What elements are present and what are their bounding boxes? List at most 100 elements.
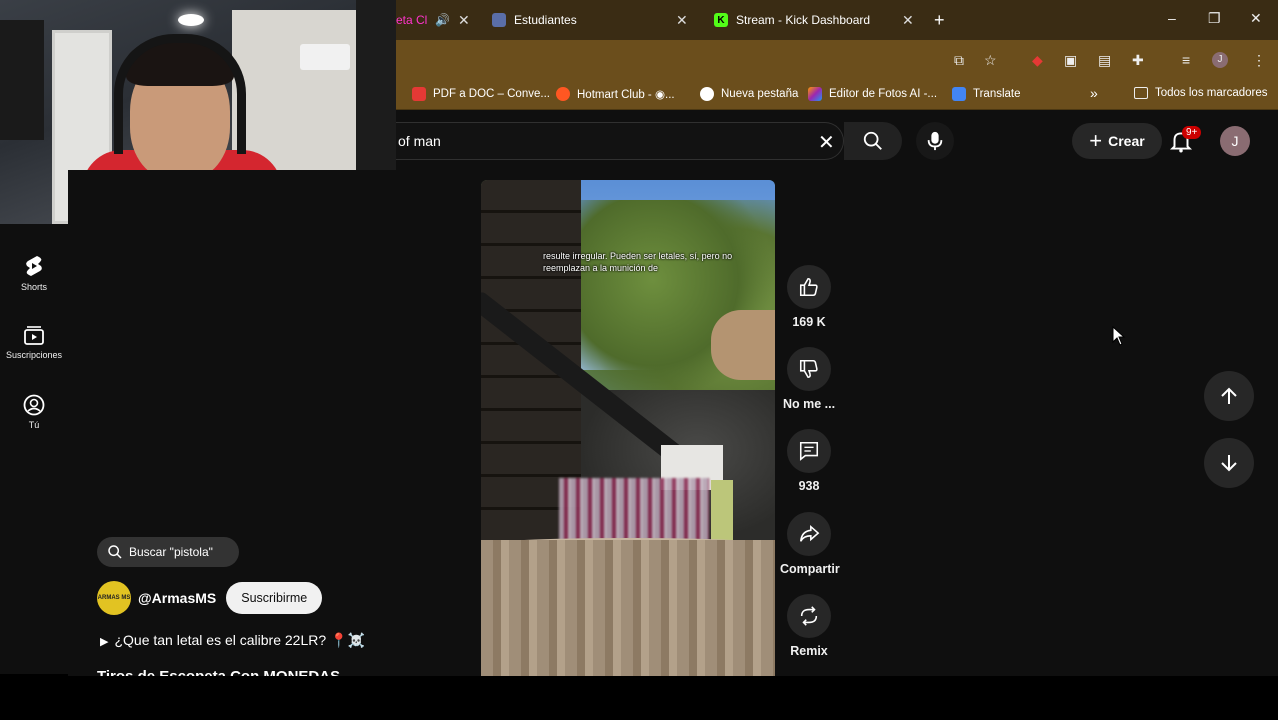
kick-favicon-icon: K xyxy=(714,13,728,27)
bookmark-label: Hotmart Club - ◉... xyxy=(577,89,675,101)
bookmarks-bar: PDF a DOC – Conve... Hotmart Club - ◉...… xyxy=(396,80,1278,110)
sidebar-item-label: Shorts xyxy=(20,282,47,292)
sidebar-item-subscriptions[interactable]: Suscripciones xyxy=(0,324,68,360)
tab-audio[interactable]: eta Cl 🔊 ✕ xyxy=(396,6,474,34)
sidebar-item-label: Tú xyxy=(28,420,40,430)
share-button[interactable]: Compartir xyxy=(780,512,840,576)
like-button[interactable]: 169 K xyxy=(780,265,838,329)
play-triangle-icon: ▶ xyxy=(100,636,109,648)
close-tab-icon[interactable]: ✕ xyxy=(458,12,470,29)
sidebar: Shorts Suscripciones Tú xyxy=(0,224,68,674)
browser-tab-bar: eta Cl 🔊 ✕ Estudiantes ✕ K Stream - Kick… xyxy=(396,0,1278,40)
comment-icon xyxy=(799,441,819,461)
create-label: Crear xyxy=(1108,133,1145,149)
like-count: 169 K xyxy=(792,315,826,329)
tab-kick-dashboard[interactable]: K Stream - Kick Dashboard ✕ xyxy=(714,6,914,34)
voice-search-button[interactable] xyxy=(916,122,954,160)
dislike-label: No me ... xyxy=(782,397,836,411)
arrow-down-icon xyxy=(1221,455,1237,472)
youtube-header: of man ✕ + Crear 9+ J xyxy=(396,110,1278,170)
bookmark-item[interactable]: Editor de Fotos AI -... xyxy=(808,87,937,101)
channel-name[interactable]: @ArmasMS xyxy=(138,590,216,606)
new-tab-button[interactable]: + xyxy=(934,6,945,34)
media-icon[interactable]: ≡ xyxy=(1182,52,1190,68)
bookmark-item[interactable]: PDF a DOC – Conve... xyxy=(412,87,550,101)
arrow-up-icon xyxy=(1221,387,1237,404)
minimize-icon[interactable]: – xyxy=(1168,10,1176,26)
search-icon xyxy=(108,545,122,559)
remix-icon xyxy=(800,606,818,626)
puzzle-icon[interactable]: ✚ xyxy=(1132,52,1144,69)
you-icon xyxy=(23,394,45,416)
sidebar-item-shorts[interactable]: Shorts xyxy=(0,254,68,292)
extension-icon[interactable]: ◆ xyxy=(1032,52,1043,69)
previous-short-button[interactable] xyxy=(1204,371,1254,421)
related-search-chip[interactable]: Buscar "pistola" xyxy=(97,537,239,567)
comment-count: 938 xyxy=(798,479,820,493)
next-short-button[interactable] xyxy=(1204,438,1254,488)
video-title[interactable]: ▶ ¿Que tan letal es el calibre 22LR? 📍☠️ xyxy=(100,632,365,649)
extension-icon[interactable]: ▣ xyxy=(1064,52,1077,69)
bottom-bar xyxy=(0,676,1278,720)
translate-icon xyxy=(952,87,966,101)
install-app-icon[interactable]: ⧉ xyxy=(954,52,964,69)
account-avatar[interactable]: J xyxy=(1220,126,1250,156)
all-bookmarks-button[interactable]: Todos los marcadores xyxy=(1134,87,1268,99)
tab-label: Estudiantes xyxy=(514,13,577,27)
thumbs-down-icon xyxy=(799,359,818,379)
close-tab-icon[interactable]: ✕ xyxy=(676,12,688,29)
extension-icon[interactable]: ▤ xyxy=(1098,52,1111,69)
sidebar-item-label: Suscripciones xyxy=(5,350,63,360)
video-title-text: ¿Que tan letal es el calibre 22LR? 📍☠️ xyxy=(114,632,365,648)
bookmark-label: Translate xyxy=(973,88,1021,100)
channel-avatar[interactable]: ARMAS MS xyxy=(97,581,131,615)
remix-label: Remix xyxy=(790,644,828,658)
browser-toolbar: ⧉ ☆ ◆ ▣ ▤ ✚ ≡ J ⋮ xyxy=(396,40,1278,80)
share-label: Compartir xyxy=(780,562,840,576)
speaker-icon: 🔊 xyxy=(435,13,451,27)
folder-icon xyxy=(1134,87,1148,99)
bookmark-item[interactable]: Translate xyxy=(952,87,1021,101)
plus-icon: + xyxy=(1089,128,1103,153)
bookmark-star-icon[interactable]: ☆ xyxy=(984,52,997,69)
search-icon xyxy=(863,131,882,150)
bookmark-label: Editor de Fotos AI -... xyxy=(829,88,938,100)
comments-button[interactable]: 938 xyxy=(780,429,838,493)
restore-icon[interactable]: ❐ xyxy=(1208,10,1221,27)
subscriptions-icon xyxy=(24,326,44,345)
all-bookmarks-label: Todos los marcadores xyxy=(1155,87,1268,99)
bookmarks-overflow-button[interactable]: » xyxy=(1090,85,1098,101)
bookmark-item[interactable]: Nueva pestaña xyxy=(700,87,798,101)
clear-search-icon[interactable]: ✕ xyxy=(818,130,835,155)
hotmart-icon xyxy=(556,87,570,101)
tab-label: Stream - Kick Dashboard xyxy=(736,13,871,27)
bookmark-label: PDF a DOC – Conve... xyxy=(433,88,550,100)
pdf-icon xyxy=(412,87,426,101)
dislike-button[interactable]: No me ... xyxy=(780,347,838,411)
search-button[interactable] xyxy=(844,122,902,160)
short-video-player[interactable]: resulte irregular. Pueden ser letales, s… xyxy=(481,180,775,676)
channel-info: ARMAS MS @ArmasMS Suscribirme xyxy=(97,581,323,615)
sidebar-item-you[interactable]: Tú xyxy=(0,394,68,430)
share-icon xyxy=(799,524,820,542)
search-input[interactable]: of man ✕ xyxy=(396,122,844,160)
video-caption: resulte irregular. Pueden ser letales, s… xyxy=(543,251,733,273)
tab-estudiantes[interactable]: Estudiantes ✕ xyxy=(492,6,692,34)
close-window-icon[interactable]: ✕ xyxy=(1250,10,1262,27)
thumbs-up-icon xyxy=(799,277,818,297)
search-query: of man xyxy=(398,133,441,149)
menu-icon[interactable]: ⋮ xyxy=(1252,52,1266,69)
bookmark-item[interactable]: Hotmart Club - ◉... xyxy=(556,87,675,101)
microphone-icon xyxy=(927,131,943,151)
close-tab-icon[interactable]: ✕ xyxy=(902,12,914,29)
create-button[interactable]: + Crear xyxy=(1072,123,1162,159)
subscribe-button[interactable]: Suscribirme xyxy=(226,582,323,614)
globe-icon xyxy=(700,87,714,101)
profile-icon[interactable]: J xyxy=(1212,52,1228,68)
shorts-icon xyxy=(26,256,42,276)
mouse-cursor-icon xyxy=(1112,326,1126,346)
search-chip-label: Buscar "pistola" xyxy=(129,545,213,559)
bookmark-label: Nueva pestaña xyxy=(721,88,799,100)
remix-button[interactable]: Remix xyxy=(780,594,838,658)
notification-badge: 9+ xyxy=(1182,126,1202,139)
